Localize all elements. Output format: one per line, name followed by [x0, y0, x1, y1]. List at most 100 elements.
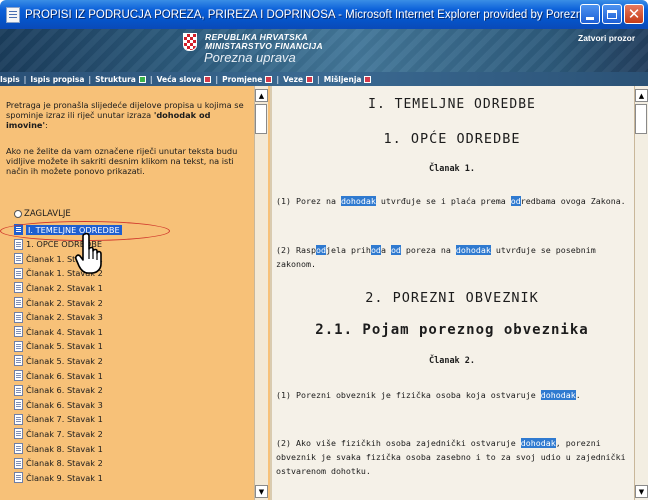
scroll-down-icon[interactable]: ▼: [255, 485, 268, 498]
tree-item[interactable]: 1. OPĆE ODREDBE: [14, 238, 102, 250]
paragraph-text: (2) Rasp: [276, 245, 316, 255]
highlight-hint-text: Ako ne želite da vam označene riječi unu…: [6, 146, 238, 177]
minimize-icon: [586, 16, 594, 20]
nav-separator: |: [88, 74, 92, 84]
coat-of-arms-icon: [183, 33, 197, 51]
nav-item-3[interactable]: Veća slova: [157, 75, 202, 84]
tree-item[interactable]: Članak 6. Stavak 1: [14, 370, 103, 381]
window-title: PROPISI IZ PODRUČJA POREZA, PRIREZA I DO…: [25, 8, 581, 21]
red-flag-icon[interactable]: [306, 75, 314, 83]
tree-item-label: Članak 8. Stavak 1: [26, 443, 103, 454]
tree-item[interactable]: Članak 2. Stavak 3: [14, 311, 103, 323]
document-icon: [14, 355, 23, 367]
tree-item-label: Članak 6. Stavak 3: [26, 399, 103, 410]
right-scroll-thumb[interactable]: [635, 104, 647, 134]
nav-item-2[interactable]: Struktura: [95, 75, 136, 84]
search-highlight: dohodak: [540, 390, 576, 400]
left-scroll-thumb[interactable]: [255, 104, 267, 134]
nav-separator: |: [23, 74, 27, 84]
document-icon: [14, 253, 23, 265]
tree-item-label: Članak 4. Stavak 1: [26, 326, 103, 337]
scroll-up-icon[interactable]: ▲: [255, 89, 268, 102]
article-heading-2: Članak 2.: [428, 356, 476, 366]
tree-item[interactable]: Članak 5. Stavak 1: [14, 340, 103, 352]
document-icon: [14, 297, 23, 308]
tree-item-label: I. TEMELJNE ODREDBE: [26, 224, 122, 235]
paragraph-4: (2) Ako više fizičkih osoba zajednički o…: [276, 436, 628, 478]
window-title-bar[interactable]: PROPISI IZ PODRUČJA POREZA, PRIREZA I DO…: [0, 0, 648, 29]
red-flag-icon[interactable]: [204, 75, 212, 83]
tree-item[interactable]: Članak 2. Stavak 1: [14, 282, 103, 294]
document-icon: [14, 238, 23, 250]
left-scrollbar[interactable]: ▲ ▼: [254, 86, 268, 500]
document-icon: [14, 384, 23, 396]
tree-root-icon: [14, 210, 22, 218]
tree-item-label: Članak 7. Stavak 1: [26, 414, 103, 425]
tree-item[interactable]: Članak 9. Stavak 1: [14, 472, 103, 484]
paragraph-1: (1) Porez na dohodak utvrđuje se i plaća…: [276, 194, 628, 208]
document-icon: [14, 267, 23, 279]
header-banner: REPUBLIKA HRVATSKA MINISTARSTVO FINANCIJ…: [0, 29, 648, 72]
subsection-heading: 2.1. Pojam poreznog obveznika: [315, 322, 589, 338]
tree-item[interactable]: Članak 1. Stavak 1: [14, 253, 103, 265]
paragraph-text: utvrđuje se i plaća prema: [375, 196, 511, 206]
tree-item-label: Članak 8. Stavak 2: [26, 458, 103, 469]
green-flag-icon[interactable]: [138, 75, 146, 83]
tree-item[interactable]: Članak 6. Stavak 2: [14, 384, 103, 396]
part-heading: I. TEMELJNE ODREDBE: [368, 97, 536, 112]
nav-item-5[interactable]: Veze: [283, 75, 303, 84]
paragraph-3: (1) Porezni obveznik je fizička osoba ko…: [276, 388, 628, 402]
tree-item-label: Članak 5. Stavak 2: [26, 355, 103, 366]
tree-item[interactable]: Članak 1. Stavak 2: [14, 267, 103, 279]
tree-item[interactable]: Članak 8. Stavak 2: [14, 457, 103, 469]
tree-item-label: Članak 1. Stavak 1: [26, 253, 103, 264]
maximize-button[interactable]: [602, 4, 622, 24]
tree-root[interactable]: ZAGLAVLJE: [14, 209, 71, 219]
tree-item[interactable]: Članak 7. Stavak 1: [14, 413, 103, 425]
document-icon: [14, 428, 23, 440]
tree-item-label: Članak 2. Stavak 2: [26, 297, 103, 308]
document-icon: [14, 399, 23, 411]
tree-item-label: Članak 2. Stavak 1: [26, 282, 103, 293]
tree-item-label: Članak 7. Stavak 2: [26, 428, 103, 439]
tree-item-label: Članak 5. Stavak 1: [26, 341, 103, 352]
tree-item[interactable]: Članak 5. Stavak 2: [14, 355, 103, 367]
scroll-down-icon[interactable]: ▼: [635, 485, 648, 498]
document-icon: [14, 472, 23, 484]
section-heading-1: 1. OPĆE ODREDBE: [383, 131, 521, 147]
nav-item-4[interactable]: Promjene: [222, 75, 262, 84]
maximize-icon: [607, 9, 617, 19]
close-icon: ✕: [627, 4, 641, 23]
nav-item-0[interactable]: Ispis: [0, 75, 20, 84]
nav-separator: |: [149, 74, 153, 84]
tree-item[interactable]: Članak 4. Stavak 1: [14, 326, 103, 338]
tree-item-label: Članak 1. Stavak 2: [26, 268, 103, 279]
paragraph-text: (1) Porez na: [276, 196, 341, 206]
tree-item[interactable]: Članak 8. Stavak 1: [14, 443, 103, 454]
paragraph-text: poreza na: [400, 245, 456, 255]
nav-item-6[interactable]: Mišljenja: [324, 75, 362, 84]
tree-item[interactable]: Članak 6. Stavak 3: [14, 399, 103, 411]
search-intro-text: Pretraga je pronašla slijedeće dijelove …: [6, 100, 244, 131]
tree-item[interactable]: Članak 2. Stavak 2: [14, 297, 103, 308]
minimize-button[interactable]: [580, 4, 600, 24]
tree-item[interactable]: I. TEMELJNE ODREDBE: [14, 224, 122, 235]
search-highlight: od: [370, 245, 381, 255]
paragraph-text: a: [380, 245, 391, 255]
right-scrollbar[interactable]: ▲ ▼: [634, 86, 648, 500]
document-icon: [14, 413, 23, 425]
tree-item[interactable]: Članak 7. Stavak 2: [14, 428, 103, 440]
nav-item-1[interactable]: Ispis propisa: [30, 75, 84, 84]
document-icon: [14, 282, 23, 294]
tree-item-label: Članak 2. Stavak 3: [26, 312, 103, 323]
document-icon: [14, 340, 23, 352]
close-window-link[interactable]: Zatvori prozor: [578, 33, 635, 43]
document-icon: [14, 224, 23, 235]
document-icon: [14, 370, 23, 381]
close-button[interactable]: ✕: [624, 4, 644, 24]
scroll-up-icon[interactable]: ▲: [635, 89, 648, 102]
red-flag-icon[interactable]: [364, 75, 372, 83]
paragraph-text: (2) Ako više fizičkih osoba zajednički o…: [276, 438, 521, 448]
red-flag-icon[interactable]: [265, 75, 273, 83]
banner-agency: Porezna uprava: [204, 50, 296, 65]
